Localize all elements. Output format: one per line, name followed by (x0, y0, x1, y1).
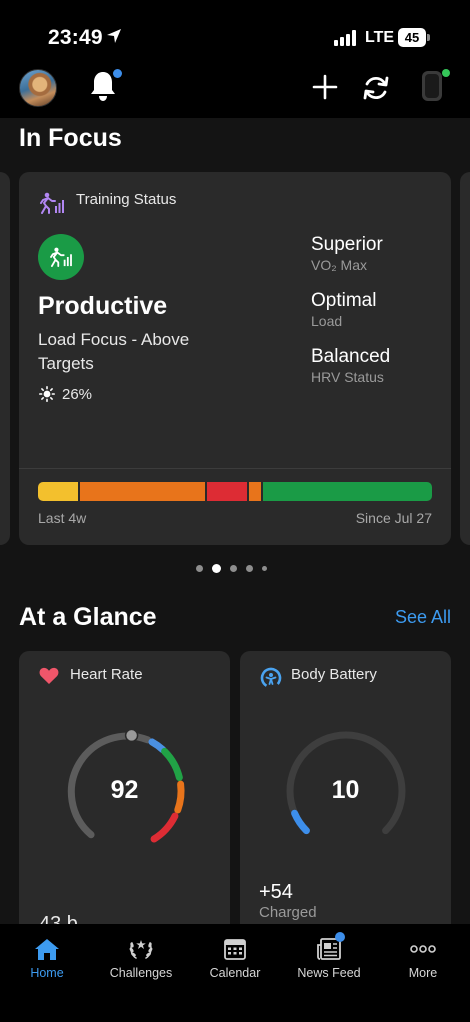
body-battery-icon (260, 667, 282, 689)
status-time: 23:49 (48, 26, 103, 49)
body-battery-card[interactable]: Body Battery 10 +54 Charged (240, 651, 451, 924)
watch-icon[interactable] (420, 68, 444, 104)
laurel-icon (129, 940, 153, 959)
pager-dot[interactable] (246, 565, 253, 572)
tab-label: Challenges (109, 966, 173, 980)
carrier-label: LTE (365, 29, 395, 46)
pager-dot[interactable] (212, 564, 221, 573)
heart-icon (39, 667, 59, 684)
tab-label: More (408, 966, 438, 980)
range-end-label: Since Jul 27 (355, 510, 432, 526)
metric-label: Load (311, 313, 343, 329)
metric-value: Optimal (311, 290, 377, 311)
notification-dot (113, 69, 122, 78)
news-feed-notification-dot (335, 932, 345, 942)
metric-label: HRV Status (311, 369, 384, 385)
divider (19, 468, 451, 469)
pager-dot[interactable] (230, 565, 237, 572)
calendar-icon (224, 939, 246, 960)
plus-icon[interactable] (312, 74, 338, 100)
signal-strength-icon (334, 30, 358, 46)
metric-vo2max: Superior VO₂ Max (311, 234, 383, 273)
tab-label: Calendar (209, 966, 261, 980)
tab-more[interactable]: More (376, 936, 470, 980)
carousel-card-prev[interactable] (0, 172, 10, 545)
sun-icon (39, 386, 55, 402)
pager-dot[interactable] (196, 565, 203, 572)
in-focus-title: In Focus (19, 124, 122, 152)
load-bar-segment (263, 482, 432, 501)
load-bar-segment (80, 482, 205, 501)
metric-load: Optimal Load (311, 290, 376, 329)
device-connected-dot (442, 69, 450, 77)
tab-label: Home (30, 966, 64, 980)
battery-level: 45 (398, 28, 426, 47)
range-start-label: Last 4w (38, 510, 87, 526)
carousel-card-next[interactable] (460, 172, 470, 545)
tab-challenges[interactable]: Challenges (94, 936, 188, 980)
body-battery-value: 10 (331, 776, 360, 804)
load-bar-segment (207, 482, 247, 501)
training-load-bar (38, 482, 432, 501)
tab-label: News Feed (297, 966, 361, 980)
metric-hrv-status: Balanced HRV Status (311, 346, 390, 385)
status-bar: 23:49 LTE 45 (0, 0, 470, 60)
body-battery-label: Body Battery (291, 666, 377, 683)
heart-rate-card[interactable]: Heart Rate 92 43 b (19, 651, 230, 924)
training-status-card[interactable]: Training Status Productive Load Focus - … (19, 172, 451, 545)
sync-icon[interactable] (361, 73, 391, 103)
training-status-badge (38, 234, 84, 280)
pager-dot[interactable] (262, 566, 267, 571)
training-status-icon (40, 192, 64, 214)
main-scroll[interactable]: In Focus Training Status Productive Load… (0, 118, 470, 924)
heat-acclimation-percent: 26% (62, 386, 93, 403)
carousel-pager[interactable] (196, 564, 267, 573)
more-icon (410, 945, 436, 953)
load-bar-segment (38, 482, 78, 501)
body-battery-charged-label: Charged (259, 904, 317, 921)
metric-value: Superior (311, 234, 383, 255)
battery-icon: 45 (398, 28, 430, 47)
heart-rate-resting-value: 43 b (39, 913, 78, 924)
metric-value: Balanced (311, 346, 391, 367)
heart-rate-value: 92 (110, 776, 139, 804)
tab-calendar[interactable]: Calendar (188, 936, 282, 980)
training-status-value: Productive (38, 292, 168, 320)
avatar[interactable] (19, 69, 57, 107)
tab-home[interactable]: Home (0, 936, 94, 980)
metric-label: VO₂ Max (311, 257, 367, 273)
runner-bars-icon (50, 247, 72, 267)
location-arrow-icon (107, 29, 121, 43)
body-battery-charged-value: +54 (259, 881, 293, 903)
see-all-link[interactable]: See All (395, 607, 451, 628)
app-header (0, 60, 470, 118)
training-status-description: Load Focus - Above Targets (38, 330, 190, 373)
tab-news-feed[interactable]: News Feed (282, 932, 376, 980)
at-a-glance-title: At a Glance (19, 603, 157, 631)
training-status-label: Training Status (76, 191, 177, 208)
load-bar-segment (249, 482, 261, 501)
tab-bar: Home Challenges Calendar News Feed More (0, 924, 470, 1022)
home-icon (35, 939, 59, 960)
heart-rate-label: Heart Rate (70, 666, 143, 683)
